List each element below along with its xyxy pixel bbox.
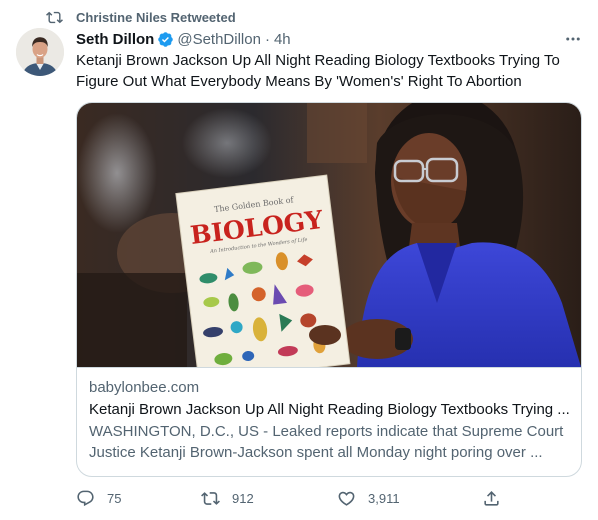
more-button[interactable] — [562, 30, 584, 48]
retweet-icon — [46, 11, 63, 24]
retweet-action-icon — [201, 491, 220, 505]
author-name[interactable]: Seth Dillon — [76, 31, 154, 48]
card-body[interactable]: babylonbee.com Ketanji Brown Jackson Up … — [77, 367, 581, 463]
verified-badge-icon — [158, 31, 174, 47]
retweet-header[interactable]: Christine Niles Retweeted — [46, 8, 236, 26]
retweet-button[interactable]: 912 — [201, 486, 254, 510]
link-card[interactable]: The Golden Book of BIOLOGY An Introducti… — [76, 102, 582, 477]
more-icon — [566, 37, 580, 41]
avatar-photo — [16, 28, 64, 76]
tweet[interactable]: Christine Niles Retweeted Seth Dillon @S… — [0, 0, 598, 520]
share-icon — [484, 490, 499, 506]
avatar[interactable] — [16, 28, 64, 76]
author-handle[interactable]: @SethDillon — [177, 31, 261, 48]
reply-icon — [77, 490, 94, 506]
card-domain: babylonbee.com — [89, 379, 200, 396]
heart-icon — [338, 491, 355, 506]
like-count: 3,911 — [368, 490, 400, 506]
separator-dot: · — [264, 30, 270, 48]
card-description: WASHINGTON, D.C., US - Leaked reports in… — [89, 423, 564, 461]
retweet-label: Christine Niles Retweeted — [76, 9, 236, 25]
like-button[interactable]: 3,911 — [337, 486, 400, 510]
timestamp[interactable]: 4h — [274, 31, 291, 48]
author-row: Seth Dillon @SethDillon · 4h — [76, 29, 291, 49]
reply-count: 75 — [107, 490, 122, 506]
card-image: The Golden Book of BIOLOGY An Introducti… — [77, 103, 581, 367]
share-button[interactable] — [482, 486, 501, 510]
retweet-count: 912 — [232, 490, 254, 506]
card-title: Ketanji Brown Jackson Up All Night Readi… — [89, 401, 569, 418]
action-bar: 75 912 3,911 — [76, 486, 516, 510]
reply-button[interactable]: 75 — [76, 486, 121, 510]
tweet-text: Ketanji Brown Jackson Up All Night Readi… — [76, 52, 560, 90]
